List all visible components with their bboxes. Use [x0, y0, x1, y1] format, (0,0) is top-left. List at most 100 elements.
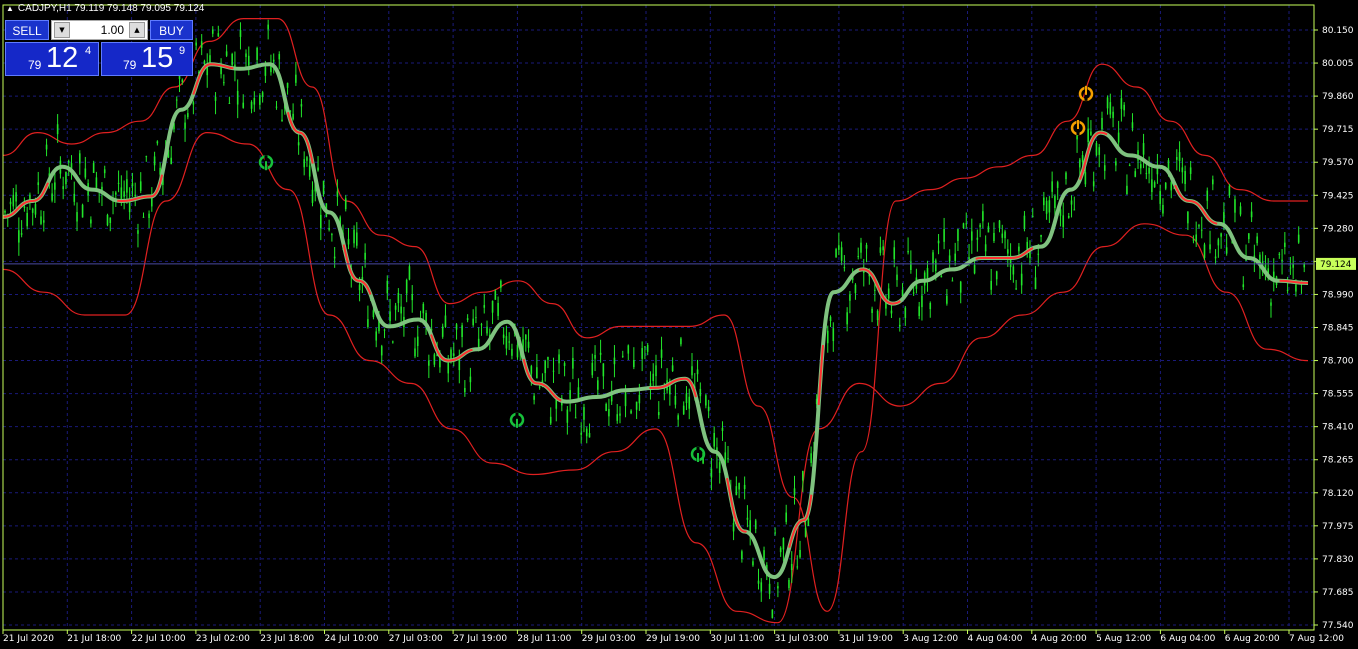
price-chart[interactable]: 80.150 80.005 79.860 79.715 79.570 79.425 79.2… [0, 0, 1358, 649]
candle-body [344, 198, 347, 210]
candle-body [106, 214, 109, 226]
candle-body [633, 360, 635, 368]
x-tick-label: 4 Aug 04:00 [968, 634, 1023, 644]
candle-body [1073, 209, 1076, 211]
candle-body [405, 279, 408, 294]
candle-body [621, 355, 624, 357]
candle-body [1206, 190, 1209, 201]
candle-body [832, 328, 835, 342]
candle-body [211, 29, 214, 34]
candle-body [508, 341, 510, 343]
candle-body [458, 358, 461, 371]
candle-body [126, 179, 128, 193]
candle-body [691, 366, 693, 376]
candle-body [239, 30, 242, 37]
candle-body [139, 181, 142, 191]
increase-lot-icon[interactable]: ▲ [129, 22, 145, 38]
candle-body [804, 527, 807, 537]
candle-body [790, 563, 793, 571]
x-tick-label: 23 Jul 02:00 [196, 634, 250, 644]
candle-body [422, 303, 425, 314]
candle-body [272, 59, 275, 62]
buy-price-box[interactable]: 79 15 9 [101, 42, 193, 76]
candle-body [67, 160, 70, 163]
candle-body [799, 549, 801, 558]
candle-body [1106, 97, 1109, 109]
sell-button[interactable]: SELL [5, 20, 49, 40]
candle-body [1051, 181, 1053, 192]
candle-body [921, 295, 923, 308]
candle-body [1200, 229, 1203, 231]
candle-body [1062, 215, 1065, 227]
candle-body [494, 290, 497, 300]
candle-body [115, 192, 117, 195]
candle-body [1159, 191, 1161, 204]
candle-body [680, 338, 682, 345]
candle-body [1128, 165, 1131, 167]
candle-body [1034, 277, 1037, 290]
candle-body [483, 305, 486, 308]
current-price-label: 79.124 [1320, 260, 1352, 270]
candle-body [297, 142, 300, 146]
candle-body [317, 167, 319, 171]
bollinger-bands [2, 18, 1309, 624]
candle-body [940, 275, 943, 278]
candle-body [807, 518, 810, 527]
candle-body [1065, 172, 1067, 180]
candle-body [763, 550, 765, 561]
candle-body [411, 294, 414, 301]
candle-body [1054, 195, 1056, 209]
buy-signal-arrow-icon [509, 412, 525, 428]
y-tick-label: 77.975 [1322, 522, 1354, 532]
collapse-triangle-icon[interactable]: ▲ [6, 4, 14, 13]
buy-button[interactable]: BUY [150, 20, 193, 40]
candle-body [829, 316, 832, 321]
candle-body [247, 55, 250, 66]
candle-body [973, 264, 976, 274]
y-tick-label: 78.410 [1322, 423, 1354, 433]
candle-body [771, 609, 774, 619]
candle-body [713, 432, 715, 447]
candle-body [857, 256, 860, 258]
candle-body [896, 274, 898, 281]
candle-body [1004, 231, 1006, 239]
sell-price-box[interactable]: 79 12 4 [5, 42, 99, 76]
candle-body [1187, 211, 1189, 224]
candle-body [195, 42, 197, 46]
candle-body [898, 324, 901, 327]
candle-body [1153, 182, 1156, 188]
y-tick-label: 79.860 [1322, 92, 1354, 102]
candle-body [624, 392, 627, 407]
candle-body [394, 305, 397, 310]
lot-size-input[interactable] [72, 22, 124, 38]
candle-body [311, 189, 314, 203]
candle-body [81, 204, 84, 218]
candle-body [1079, 159, 1081, 168]
candle-body [469, 376, 472, 383]
candle-body [31, 208, 34, 213]
candle-body [292, 113, 294, 120]
x-tick-label: 29 Jul 03:00 [582, 634, 636, 644]
candle-body [1131, 122, 1134, 129]
candle-body [1295, 284, 1297, 292]
moving-average-line [2, 62, 1309, 580]
candle-body [333, 256, 336, 259]
x-tick-label: 6 Aug 04:00 [1160, 634, 1215, 644]
candle-body [1109, 102, 1112, 115]
x-tick-label: 23 Jul 18:00 [260, 634, 314, 644]
decrease-lot-icon[interactable]: ▼ [54, 22, 70, 38]
candle-body [1270, 302, 1272, 306]
candle-body [505, 336, 508, 349]
candle-body [500, 280, 502, 288]
x-tick-label: 7 Aug 12:00 [1289, 634, 1344, 644]
candle-body [774, 532, 776, 534]
candle-body [306, 157, 308, 161]
lot-size-stepper[interactable]: ▼ ▲ [51, 20, 148, 40]
candle-body [1031, 215, 1034, 217]
sell-price-pip: 4 [85, 45, 92, 57]
candle-body [1007, 249, 1009, 254]
candle-body [1181, 167, 1184, 173]
candle-body [860, 242, 862, 253]
x-tick-label: 30 Jul 11:00 [710, 634, 764, 644]
candle-body [699, 388, 702, 397]
